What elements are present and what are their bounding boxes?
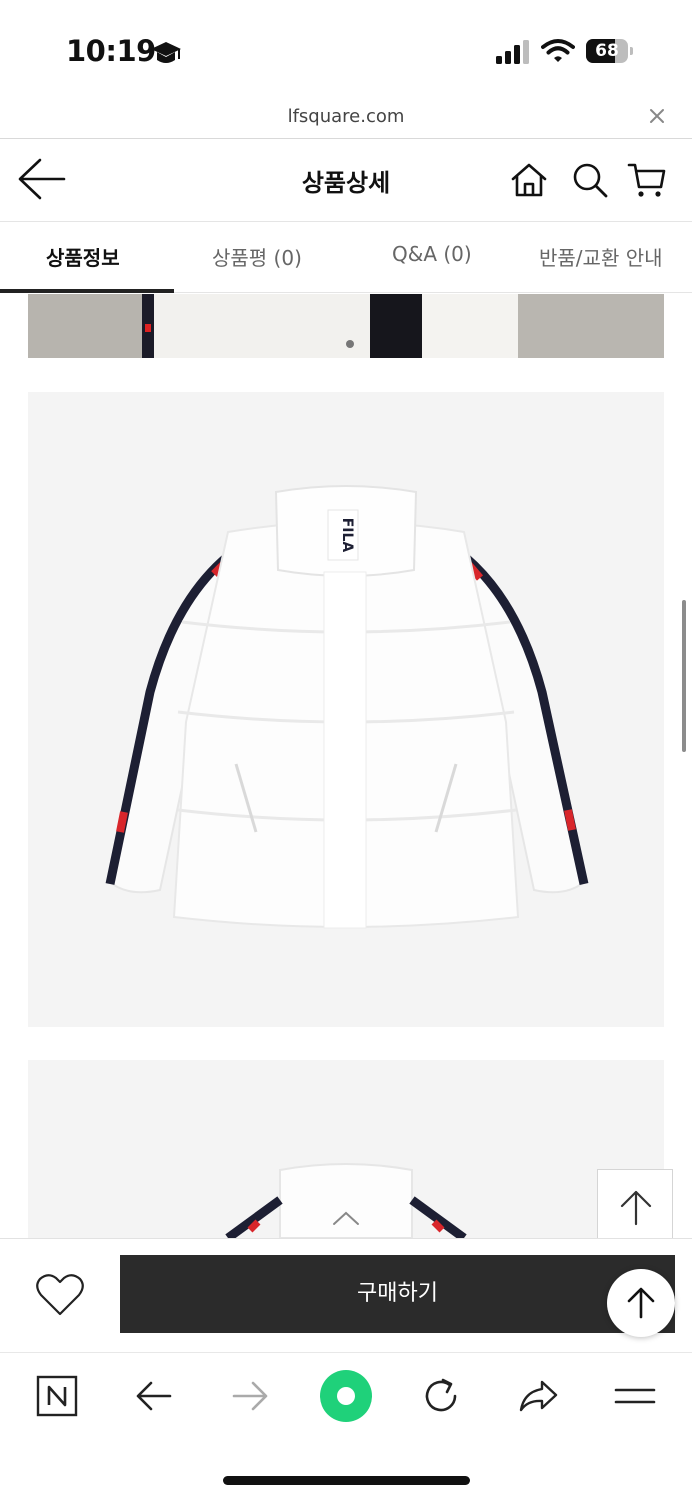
url-text[interactable]: lfsquare.com	[0, 106, 692, 127]
menu-icon[interactable]	[613, 1374, 657, 1418]
home-icon[interactable]	[508, 159, 550, 201]
search-icon[interactable]	[569, 159, 611, 201]
page-scrollbar[interactable]	[682, 600, 686, 752]
tab-product-info[interactable]: 상품정보	[46, 242, 120, 271]
reload-icon[interactable]	[419, 1374, 463, 1418]
arrow-up-icon	[627, 1287, 655, 1319]
fila-logo: FILA	[339, 518, 355, 553]
scroll-top-button[interactable]	[597, 1169, 673, 1245]
naver-green-dot-icon[interactable]	[320, 1370, 372, 1422]
heart-icon[interactable]	[34, 1272, 86, 1318]
share-icon[interactable]	[516, 1374, 560, 1418]
arrow-up-icon	[620, 1190, 652, 1226]
wifi-icon	[541, 39, 575, 62]
tab-reviews[interactable]: 상품평 (0)	[212, 242, 302, 271]
graduation-cap-icon	[151, 42, 181, 63]
product-image-jacket: FILA	[28, 392, 664, 1027]
close-icon[interactable]	[645, 104, 669, 128]
chevron-up-icon[interactable]	[330, 1208, 362, 1228]
battery-percent: 68	[595, 41, 619, 61]
browser-forward-icon	[232, 1381, 268, 1411]
scroll-top-round-button[interactable]	[607, 1269, 675, 1337]
tab-return-exchange[interactable]: 반품/교환 안내	[539, 242, 663, 271]
active-tab-indicator	[0, 289, 174, 293]
home-indicator	[223, 1476, 470, 1485]
tab-qna[interactable]: Q&A (0)	[392, 242, 472, 266]
battery-indicator: 68	[586, 39, 634, 63]
browser-back-icon[interactable]	[132, 1374, 176, 1418]
naver-n-icon[interactable]	[35, 1374, 79, 1418]
product-image-model	[28, 294, 664, 358]
cart-icon[interactable]	[626, 159, 668, 201]
status-time: 10:19	[66, 34, 156, 68]
buy-button[interactable]: 구매하기	[120, 1255, 675, 1333]
cellular-signal-icon	[496, 40, 529, 64]
